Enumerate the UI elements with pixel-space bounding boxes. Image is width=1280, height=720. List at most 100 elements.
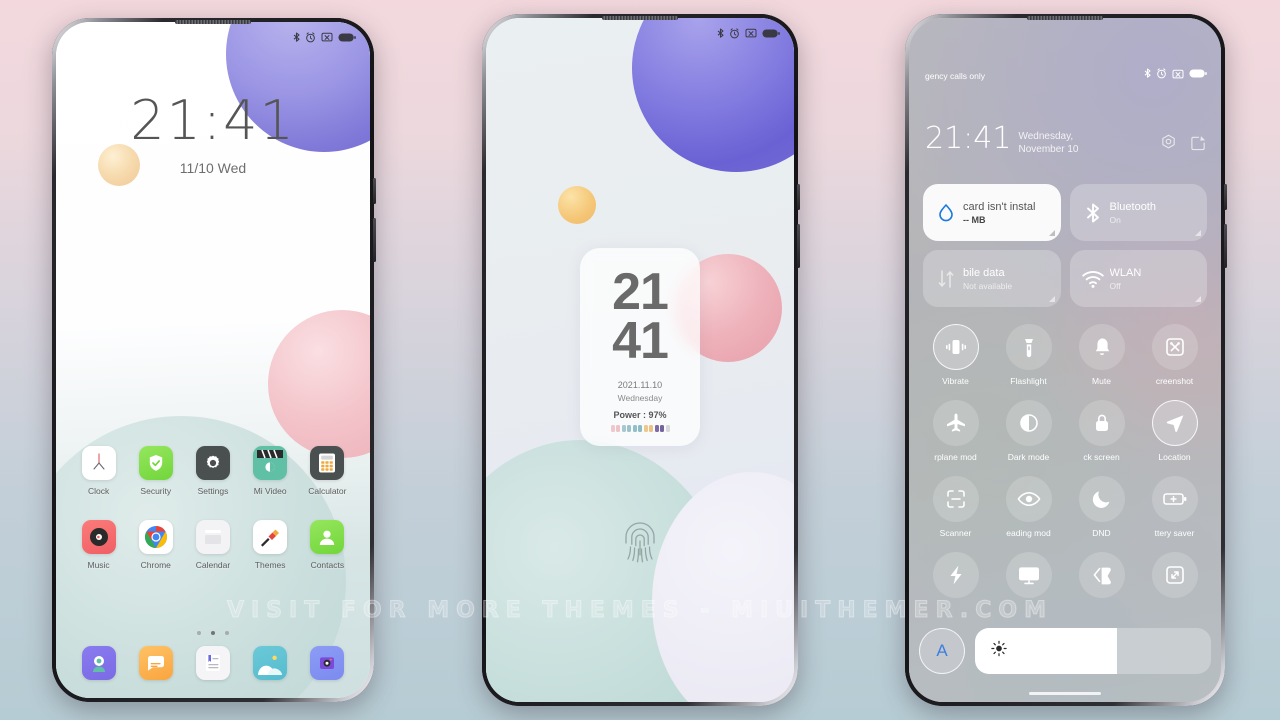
toggle-reading-mode[interactable]: eading mod [992,476,1065,538]
tile-data-drop[interactable]: card isn't instal -- MB [923,184,1061,241]
page-indicator[interactable] [56,622,370,640]
fingerprint-icon[interactable] [619,517,661,570]
app-clock[interactable]: Clock [73,446,125,496]
phone-app-icon[interactable] [81,646,116,680]
tile-expand-corner[interactable] [1195,230,1201,236]
toggle-vibrate[interactable]: Vibrate [919,324,992,386]
settings-app-icon [195,446,230,480]
brightness-slider[interactable] [975,628,1211,674]
camera-app-icon[interactable] [310,646,345,680]
phone-right-screen: gency calls only 21:41 Wednesday, Novemb… [909,18,1221,702]
page-dot[interactable] [196,631,201,635]
volume-button[interactable] [797,224,800,268]
battery-icon [338,32,356,42]
auto-brightness-button[interactable]: A [919,628,965,674]
tile-wlan[interactable]: WLAN Off [1069,250,1207,307]
power-button[interactable] [1224,184,1227,210]
tile-expand-corner[interactable] [1048,230,1055,236]
vibrate-icon [932,324,979,370]
app-themes[interactable]: Themes [244,520,296,570]
tile-mobile-data[interactable]: bile data Not available [923,250,1061,307]
volume-button[interactable] [373,218,376,262]
tile-bluetooth[interactable]: Bluetooth On [1069,184,1207,241]
themes-app-icon [253,520,288,554]
app-music[interactable]: Music [73,520,125,570]
earpiece-speaker [175,20,251,24]
tile-title: card isn't instal [963,200,1036,213]
app-calculator[interactable]: Calculator [301,446,353,496]
notes-app-icon[interactable] [195,646,230,680]
no-sim-icon [321,32,333,42]
battery-dot [654,424,659,432]
toggle-label: Scanner [939,528,972,538]
home-indicator[interactable] [1029,691,1101,695]
tile-title: bile data [963,266,1005,279]
reading-mode-icon [1005,476,1052,522]
app-security[interactable]: Security [130,446,182,496]
screen-rotate-icon [1151,552,1198,598]
toggle-location[interactable]: Location [1138,400,1211,462]
chrome-app-icon [138,520,173,554]
mi-video-app-icon [253,446,288,480]
lock-power-label: Power : 97% [613,409,667,420]
mobile-data-icon [933,268,959,290]
control-center-time: 21:41 [925,121,1012,156]
page-dot-active[interactable] [211,631,215,635]
toggle-mute-bell[interactable]: Mute [1065,324,1138,386]
tile-title: WLAN [1109,266,1142,279]
app-contacts[interactable]: Contacts [301,520,353,570]
tile-expand-corner[interactable] [1048,296,1055,302]
bluetooth-icon [1080,202,1106,224]
bluetooth-icon [717,27,724,38]
tile-subtitle: -- MB [963,214,986,225]
lock-clock-minutes: 41 [612,311,669,370]
gallery-app-icon[interactable] [253,646,288,680]
app-label: Settings [197,486,229,496]
app-settings[interactable]: Settings [187,446,239,496]
app-mi-video[interactable]: Mi Video [244,446,296,496]
toggle-lock[interactable]: ck screen [1065,400,1138,462]
toggle-dnd-moon[interactable]: DND [1065,476,1138,538]
security-app-icon [138,446,173,480]
control-center-header: 21:41 Wednesday, November 10 [925,124,1207,156]
app-calendar[interactable]: Calendar [187,520,239,570]
page-dot[interactable] [225,631,230,635]
toggle-dark-mode[interactable]: Dark mode [992,400,1065,462]
toggle-scanner[interactable]: Scanner [919,476,992,538]
lock-clock-card[interactable]: 21 41 2021.11.10 Wednesday Power : 97% [580,248,700,446]
toggle-cast-screen[interactable] [992,552,1065,598]
toggle-screen-rotate[interactable] [1138,552,1211,598]
app-label: Music [87,560,110,570]
power-button[interactable] [797,184,800,210]
power-button[interactable] [373,178,376,204]
toggle-battery-saver[interactable]: ttery saver [1138,476,1211,538]
quick-ball-icon [932,552,979,598]
toggle-label: rplane mod [934,452,977,462]
control-center-date: Wednesday, November 10 [1018,131,1079,155]
alarm-icon [1157,68,1166,79]
toggle-airplane[interactable]: rplane mod [919,400,992,462]
toggle-quick-ball[interactable] [919,552,992,598]
messages-app-icon[interactable] [138,646,173,680]
battery-icon [762,28,780,38]
tile-expand-corner[interactable] [1195,296,1201,302]
tile-subtitle: On [1109,214,1121,225]
settings-gear-icon[interactable] [1160,134,1177,151]
bluetooth-icon [293,31,300,42]
location-icon [1151,400,1198,446]
status-bar [486,18,794,48]
volume-button[interactable] [1224,224,1227,268]
app-label: Mi Video [253,486,287,496]
home-clock-widget[interactable]: 21:41 11/10 Wed [56,94,370,177]
toggle-second-space[interactable] [1065,552,1138,598]
phone-left: 21:41 11/10 Wed Clock Security Settings … [52,18,376,702]
app-label: Contacts [310,560,345,570]
toggle-label: Vibrate [942,376,969,386]
edit-icon[interactable] [1190,134,1207,151]
toggle-label: DND [1092,528,1111,538]
app-chrome[interactable]: Chrome [130,520,182,570]
toggle-flashlight[interactable]: Flashlight [992,324,1065,386]
data-drop-icon [933,202,959,224]
status-bar [56,22,370,52]
toggle-screenshot[interactable]: creenshot [1138,324,1211,386]
